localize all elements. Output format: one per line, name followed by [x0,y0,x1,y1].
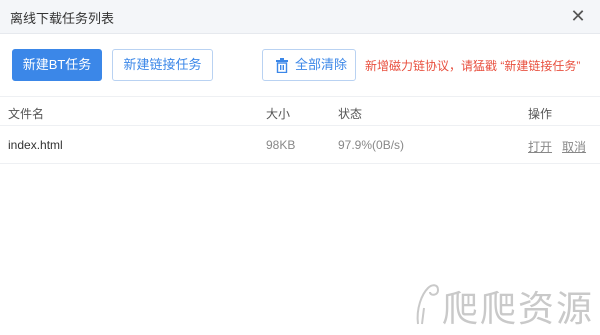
clear-all-label: 全部清除 [295,57,348,72]
column-header-filename: 文件名 [8,107,45,121]
dialog-titlebar: 离线下载任务列表 ✕ [0,0,600,34]
open-link[interactable]: 打开 [528,138,552,155]
column-header-size: 大小 [266,107,291,121]
table-header: 文件名 大小 状态 操作 [0,96,600,126]
file-size: 98KB [266,138,296,152]
toolbar: 新建BT任务 新建链接任务 全部清除 新增磁力链协议，请猛戳 “新建链接任务” [0,34,600,96]
table-row: index.html 98KB 97.9%(0B/s) 打开 取消 [0,127,600,164]
new-bt-task-button[interactable]: 新建BT任务 [12,49,102,81]
clear-all-button[interactable]: 全部清除 [262,49,356,81]
download-status: 97.9%(0B/s) [338,138,405,152]
cancel-link[interactable]: 取消 [562,138,586,155]
close-icon[interactable]: ✕ [568,6,588,26]
new-link-task-button[interactable]: 新建链接任务 [112,49,213,81]
file-name: index.html [8,138,63,152]
dialog-title: 离线下载任务列表 [10,11,115,26]
column-header-status: 状态 [338,107,363,121]
watermark-logo-icon [416,284,440,325]
trash-icon [276,58,288,73]
watermark: 爬爬资源 [412,276,592,332]
column-header-actions: 操作 [528,107,553,121]
watermark-text: 爬爬资源 [442,289,595,330]
magnet-hint-text: 新增磁力链协议，请猛戳 “新建链接任务” [365,59,581,73]
